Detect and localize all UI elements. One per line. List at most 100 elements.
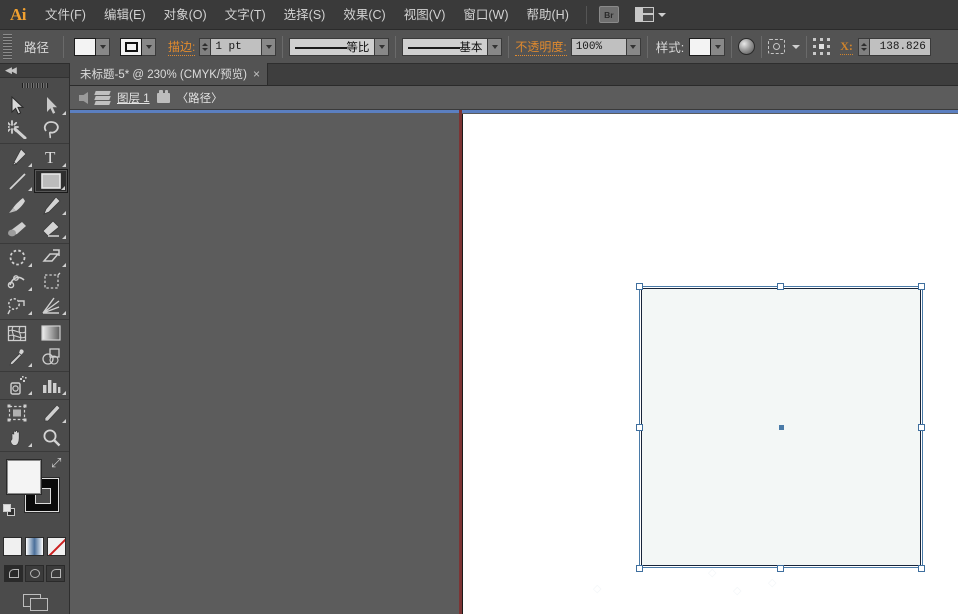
width-profile-select[interactable]: 等比 [289, 38, 375, 56]
stroke-swatch-dropdown[interactable] [142, 38, 156, 56]
layers-icon[interactable] [95, 91, 110, 104]
blob-brush-tool[interactable] [0, 217, 34, 241]
line-segment-tool[interactable] [0, 169, 34, 193]
document-tab[interactable]: 未标题-5* @ 230% (CMYK/预览) × [70, 63, 268, 85]
back-arrow-icon[interactable] [79, 92, 88, 104]
blend-tool[interactable] [34, 345, 68, 369]
opacity-dropdown[interactable] [627, 38, 641, 56]
handle-middle-left[interactable] [636, 424, 643, 431]
opacity-input[interactable]: 100% [571, 38, 627, 56]
menu-help[interactable]: 帮助(H) [518, 0, 578, 30]
stroke-weight-dropdown[interactable] [262, 38, 276, 56]
gradient-mode-button[interactable] [25, 537, 44, 556]
close-icon[interactable]: × [253, 68, 260, 80]
pen-tool[interactable] [0, 145, 34, 169]
tool-flyout-indicator [62, 111, 66, 115]
chevron-down-icon [379, 45, 385, 49]
none-mode-button[interactable] [47, 537, 66, 556]
full-screen-mode[interactable] [46, 565, 65, 582]
slice-tool[interactable] [34, 401, 68, 425]
profile-line-icon [295, 47, 347, 49]
chevron-down-icon[interactable] [792, 45, 800, 49]
graphic-style-dropdown[interactable] [711, 38, 725, 56]
menu-object[interactable]: 对象(O) [155, 0, 216, 30]
toolbox-collapse-bar[interactable]: ◀◀ [0, 64, 69, 78]
graphic-style-swatch[interactable] [689, 38, 711, 56]
paintbrush-tool[interactable] [0, 193, 34, 217]
collapse-icon: ◀◀ [5, 65, 15, 76]
x-coordinate-stepper[interactable] [858, 38, 869, 56]
artboard-mark: ◇ [708, 566, 716, 579]
mesh-tool[interactable] [0, 321, 34, 345]
eraser-tool[interactable] [34, 217, 68, 241]
menu-file[interactable]: 文件(F) [36, 0, 95, 30]
zoom-tool[interactable] [34, 425, 68, 449]
perspective-grid-tool[interactable] [34, 293, 68, 317]
tool-flyout-indicator [61, 186, 65, 190]
control-divider-8 [806, 36, 807, 58]
eyedropper-tool[interactable] [0, 345, 34, 369]
menu-window[interactable]: 窗口(W) [454, 0, 517, 30]
stroke-weight-label[interactable]: 描边: [168, 38, 195, 56]
menu-effect[interactable]: 效果(C) [334, 0, 394, 30]
swap-fill-stroke-icon[interactable]: ⤢ [51, 456, 64, 469]
fill-color-indicator[interactable] [7, 460, 41, 494]
handle-top-left[interactable] [636, 283, 643, 290]
free-transform-tool[interactable] [34, 269, 68, 293]
type-tool[interactable]: T [34, 145, 68, 169]
direct-selection-tool[interactable] [34, 93, 68, 117]
stroke-color-swatch[interactable] [120, 38, 142, 56]
control-bar-grip[interactable] [3, 34, 12, 60]
rotate-tool[interactable] [0, 245, 34, 269]
fill-color-swatch[interactable] [74, 38, 96, 56]
opacity-label[interactable]: 不透明度: [515, 38, 566, 56]
handle-bottom-right[interactable] [918, 565, 925, 572]
breadcrumb-layer-link[interactable]: 图层 1 [117, 90, 150, 106]
selection-tool[interactable] [0, 93, 34, 117]
color-mode-button[interactable] [3, 537, 22, 556]
reference-point-icon[interactable] [813, 38, 833, 56]
svg-text:T: T [45, 148, 56, 166]
shape-builder-tool[interactable] [0, 293, 34, 317]
brush-definition-dropdown[interactable] [488, 38, 502, 56]
fill-swatch-dropdown[interactable] [96, 38, 110, 56]
menu-type[interactable]: 文字(T) [216, 0, 275, 30]
document-setup-globe-icon[interactable] [738, 38, 755, 55]
column-graph-tool[interactable] [34, 373, 68, 397]
default-fill-stroke-icon[interactable] [3, 504, 17, 518]
toolbox-group-view [0, 400, 69, 452]
align-icon[interactable] [768, 39, 785, 54]
canvas-area[interactable]: ◇ ◇ ◇ ◇ [70, 110, 958, 614]
scale-tool[interactable] [34, 245, 68, 269]
width-profile-dropdown[interactable] [375, 38, 389, 56]
handle-top-right[interactable] [918, 283, 925, 290]
bridge-icon[interactable]: Br [599, 6, 619, 23]
hand-tool[interactable] [0, 425, 34, 449]
menu-select[interactable]: 选择(S) [275, 0, 335, 30]
toolbox-grip[interactable] [0, 78, 69, 92]
pencil-tool[interactable] [34, 193, 68, 217]
width-tool[interactable] [0, 269, 34, 293]
lasso-tool[interactable] [34, 117, 68, 141]
handle-bottom-left[interactable] [636, 565, 643, 572]
brush-definition-select[interactable]: 基本 [402, 38, 488, 56]
arrange-documents-button[interactable] [635, 7, 666, 22]
menu-view[interactable]: 视图(V) [395, 0, 455, 30]
full-screen-menubar-mode[interactable] [25, 565, 44, 582]
stroke-weight-stepper[interactable] [199, 38, 210, 56]
handle-top-center[interactable] [777, 283, 784, 290]
handle-middle-right[interactable] [918, 424, 925, 431]
toolbox-group-symbol [0, 372, 69, 400]
normal-screen-mode[interactable] [4, 565, 23, 582]
artboard-tool[interactable] [0, 401, 34, 425]
stroke-weight-input[interactable]: 1 pt [210, 38, 262, 56]
handle-bottom-center[interactable] [777, 565, 784, 572]
symbol-sprayer-tool[interactable] [0, 373, 34, 397]
magic-wand-tool[interactable] [0, 117, 34, 141]
change-screen-mode-icon[interactable] [0, 588, 69, 609]
x-coordinate-input[interactable]: 138.826 [869, 38, 931, 56]
rectangle-tool[interactable] [34, 169, 68, 193]
tool-flyout-indicator [62, 419, 66, 423]
gradient-tool[interactable] [34, 321, 68, 345]
menu-edit[interactable]: 编辑(E) [95, 0, 155, 30]
